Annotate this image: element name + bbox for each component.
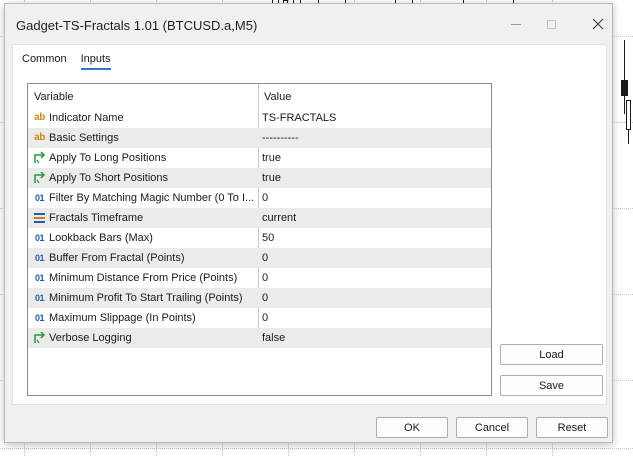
integer-param-icon: 01 <box>34 312 45 323</box>
cancel-button[interactable]: Cancel <box>456 417 528 438</box>
title-bar: Gadget-TS-Fractals 1.01 (BTCUSD.a,M5) <box>5 4 612 44</box>
row-value[interactable]: false <box>262 332 285 344</box>
row-value[interactable]: current <box>262 212 296 224</box>
row-variable: Maximum Slippage (In Points) <box>49 312 196 324</box>
row-variable: Buffer From Fractal (Points) <box>49 252 185 264</box>
input-row[interactable]: 01 Buffer From Fractal (Points) 0 <box>28 248 491 268</box>
enum-param-icon <box>33 211 46 224</box>
bool-param-icon <box>33 171 46 184</box>
input-row[interactable]: 01 Minimum Profit To Start Trailing (Poi… <box>28 288 491 308</box>
row-variable: Verbose Logging <box>49 332 132 344</box>
grid-header: Variable Value <box>28 84 491 108</box>
candle-wick <box>628 130 629 144</box>
row-variable: Fractals Timeframe <box>49 212 144 224</box>
ok-button[interactable]: OK <box>376 417 448 438</box>
input-row[interactable]: Fractals Timeframe current <box>28 208 491 228</box>
column-header-variable[interactable]: Variable <box>34 91 74 103</box>
reset-button[interactable]: Reset <box>536 417 608 438</box>
row-value[interactable]: 0 <box>262 312 268 324</box>
row-variable: Basic Settings <box>49 132 119 144</box>
close-button[interactable] <box>583 12 613 36</box>
row-value[interactable]: ---------- <box>262 132 299 144</box>
bool-param-icon <box>33 331 46 344</box>
input-row[interactable]: ab Basic Settings ---------- <box>28 128 491 148</box>
tab-inputs[interactable]: Inputs <box>80 53 111 70</box>
candle-wick <box>624 96 625 114</box>
row-variable: Filter By Matching Magic Number (0 To I.… <box>49 192 254 204</box>
dialog-title: Gadget-TS-Fractals 1.01 (BTCUSD.a,M5) <box>16 18 258 33</box>
input-row[interactable]: Apply To Short Positions true <box>28 168 491 188</box>
integer-param-icon: 01 <box>34 272 45 283</box>
input-row[interactable]: 01 Minimum Distance From Price (Points) … <box>28 268 491 288</box>
integer-param-icon: 01 <box>34 232 45 243</box>
row-variable: Lookback Bars (Max) <box>49 232 153 244</box>
row-variable: Indicator Name <box>49 112 124 124</box>
column-header-value[interactable]: Value <box>264 91 291 103</box>
row-value[interactable]: true <box>262 152 281 164</box>
row-value[interactable]: true <box>262 172 281 184</box>
input-row[interactable]: ab Indicator Name TS-FRACTALS <box>28 108 491 128</box>
row-value[interactable]: 0 <box>262 292 268 304</box>
minimize-icon <box>511 23 521 25</box>
input-row[interactable]: 01 Maximum Slippage (In Points) 0 <box>28 308 491 328</box>
bool-param-icon <box>33 151 46 164</box>
candle-body <box>626 100 631 130</box>
close-icon <box>592 18 604 30</box>
integer-param-icon: 01 <box>34 292 45 303</box>
candle-body <box>621 80 628 96</box>
input-row[interactable]: 01 Filter By Matching Magic Number (0 To… <box>28 188 491 208</box>
row-value[interactable]: 0 <box>262 252 268 264</box>
save-button[interactable]: Save <box>500 375 603 396</box>
row-value[interactable]: TS-FRACTALS <box>262 112 336 124</box>
maximize-icon <box>546 19 556 29</box>
row-value[interactable]: 0 <box>262 192 268 204</box>
tab-strip: Common Inputs <box>22 53 111 70</box>
inputs-grid: Variable Value ab Indicator Name TS-FRAC… <box>27 83 492 396</box>
indicator-properties-dialog: Gadget-TS-Fractals 1.01 (BTCUSD.a,M5) Co… <box>4 3 613 443</box>
integer-param-icon: 01 <box>34 252 45 263</box>
row-variable: Minimum Distance From Price (Points) <box>49 272 238 284</box>
input-row[interactable]: 01 Lookback Bars (Max) 50 <box>28 228 491 248</box>
row-value[interactable]: 50 <box>262 232 274 244</box>
string-param-icon: ab <box>34 112 45 123</box>
row-variable: Apply To Short Positions <box>49 172 169 184</box>
load-button[interactable]: Load <box>500 344 603 365</box>
integer-param-icon: 01 <box>34 192 45 203</box>
input-row[interactable]: Verbose Logging false <box>28 328 491 348</box>
row-variable: Apply To Long Positions <box>49 152 167 164</box>
minimize-button[interactable] <box>501 12 531 36</box>
string-param-icon: ab <box>34 132 45 143</box>
row-variable: Minimum Profit To Start Trailing (Points… <box>49 292 243 304</box>
maximize-button[interactable] <box>536 12 566 36</box>
tab-common[interactable]: Common <box>22 53 67 70</box>
row-value[interactable]: 0 <box>262 272 268 284</box>
tab-content-panel: Common Inputs Variable Value ab Indicato… <box>12 44 607 405</box>
input-row[interactable]: Apply To Long Positions true <box>28 148 491 168</box>
grid-line <box>0 448 633 449</box>
